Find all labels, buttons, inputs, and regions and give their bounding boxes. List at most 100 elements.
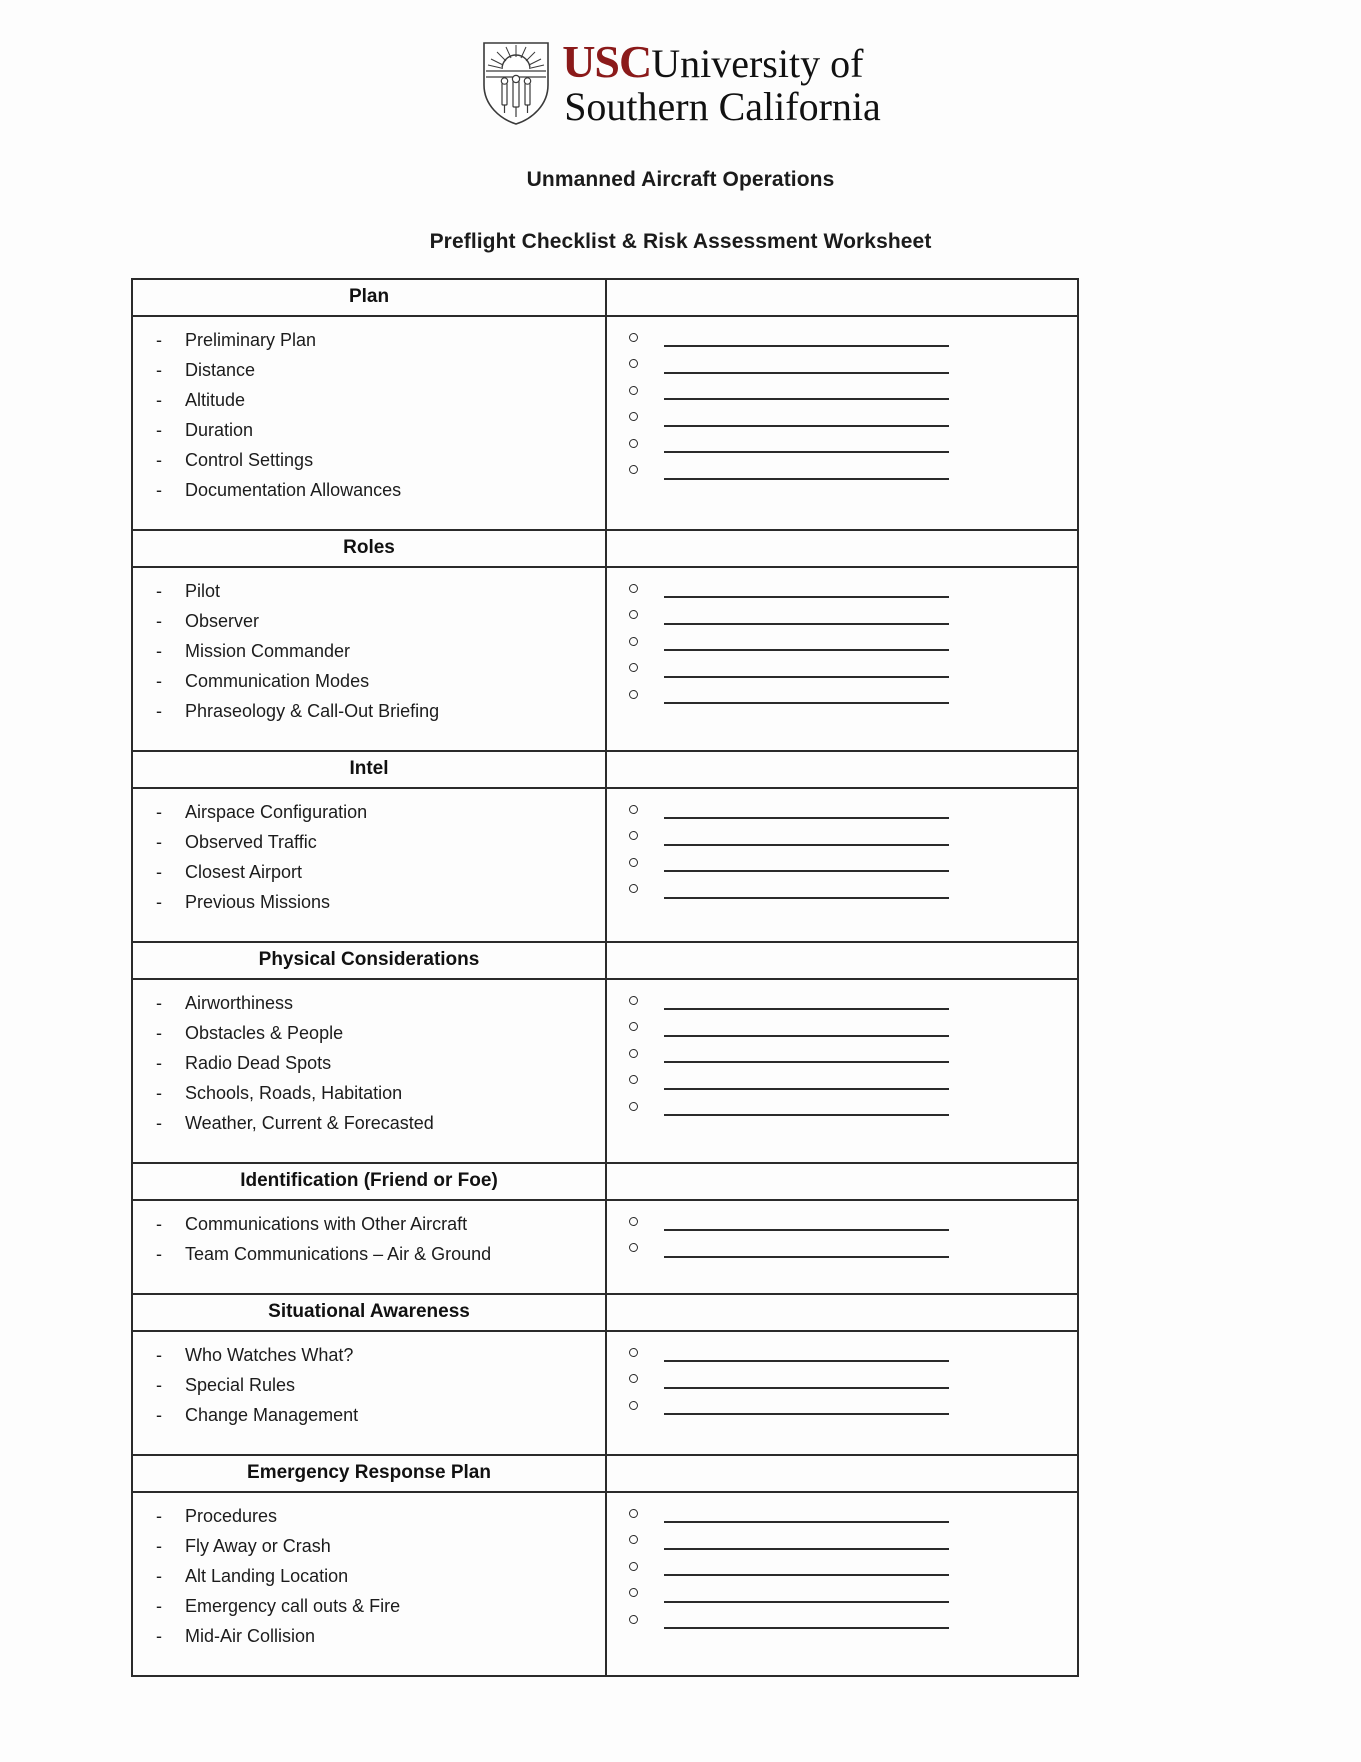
checkbox-circle-icon[interactable] <box>629 663 638 673</box>
checkbox-circle-icon[interactable] <box>629 1535 638 1545</box>
section-header-row: Intel <box>133 750 1077 789</box>
response-entry[interactable] <box>607 826 1077 853</box>
write-in-line[interactable] <box>664 675 949 678</box>
write-in-line[interactable] <box>664 817 949 820</box>
checkbox-circle-icon[interactable] <box>629 438 638 448</box>
write-in-line[interactable] <box>664 1034 949 1037</box>
checklist-item: - Team Communications – Air & Ground <box>133 1239 605 1269</box>
response-entry[interactable] <box>607 1211 1077 1238</box>
checklist-item-label: Duration <box>185 420 254 440</box>
checkbox-circle-icon[interactable] <box>629 1561 638 1571</box>
checkbox-circle-icon[interactable] <box>629 1216 638 1226</box>
response-entry[interactable] <box>607 1583 1077 1610</box>
checkbox-circle-icon[interactable] <box>629 804 638 814</box>
response-entry[interactable] <box>607 1070 1077 1097</box>
response-entry[interactable] <box>607 1369 1077 1396</box>
checkbox-circle-icon[interactable] <box>629 995 638 1005</box>
checkbox-circle-icon[interactable] <box>629 412 638 422</box>
checkbox-circle-icon[interactable] <box>629 831 638 841</box>
response-entry[interactable] <box>607 1096 1077 1123</box>
response-entry[interactable] <box>607 1556 1077 1583</box>
checkbox-circle-icon[interactable] <box>629 1243 638 1253</box>
response-entry[interactable] <box>607 1238 1077 1265</box>
write-in-line[interactable] <box>664 1413 949 1416</box>
checkbox-circle-icon[interactable] <box>629 636 638 646</box>
write-in-line[interactable] <box>664 870 949 873</box>
checkbox-circle-icon[interactable] <box>629 1075 638 1085</box>
checkbox-circle-icon[interactable] <box>629 1400 638 1410</box>
response-entry[interactable] <box>607 327 1077 354</box>
write-in-line[interactable] <box>664 843 949 846</box>
write-in-line[interactable] <box>664 1574 949 1577</box>
response-entry[interactable] <box>607 631 1077 658</box>
response-entry[interactable] <box>607 852 1077 879</box>
checkbox-circle-icon[interactable] <box>629 610 638 620</box>
response-entry[interactable] <box>607 1609 1077 1636</box>
write-in-line[interactable] <box>664 1008 949 1011</box>
bullet-dash-icon: - <box>156 1506 162 1526</box>
response-entry[interactable] <box>607 433 1077 460</box>
write-in-line[interactable] <box>664 1087 949 1090</box>
checkbox-circle-icon[interactable] <box>629 857 638 867</box>
write-in-line[interactable] <box>664 896 949 899</box>
response-entry[interactable] <box>607 1043 1077 1070</box>
write-in-line[interactable] <box>664 1114 949 1117</box>
checkbox-circle-icon[interactable] <box>629 359 638 369</box>
response-entry[interactable] <box>607 658 1077 685</box>
response-entry[interactable] <box>607 1503 1077 1530</box>
write-in-line[interactable] <box>664 1600 949 1603</box>
checkbox-circle-icon[interactable] <box>629 1374 638 1384</box>
response-entry[interactable] <box>607 799 1077 826</box>
write-in-line[interactable] <box>664 1360 949 1363</box>
checkbox-circle-icon[interactable] <box>629 583 638 593</box>
checkbox-circle-icon[interactable] <box>629 1101 638 1111</box>
write-in-line[interactable] <box>664 596 949 599</box>
checkbox-circle-icon[interactable] <box>629 1022 638 1032</box>
response-entry[interactable] <box>607 407 1077 434</box>
response-entry[interactable] <box>607 380 1077 407</box>
write-in-line[interactable] <box>664 702 949 705</box>
response-entry[interactable] <box>607 578 1077 605</box>
write-in-line[interactable] <box>664 1627 949 1630</box>
write-in-line[interactable] <box>664 345 949 348</box>
section-header-blank-cell <box>607 1295 1077 1330</box>
checkbox-circle-icon[interactable] <box>629 1048 638 1058</box>
write-in-line[interactable] <box>664 398 949 401</box>
response-entry[interactable] <box>607 879 1077 906</box>
section-body-row: - Preliminary Plan - Distance - Altitude - Dura… <box>133 317 1077 531</box>
checkbox-circle-icon[interactable] <box>629 884 638 894</box>
write-in-line[interactable] <box>664 477 949 480</box>
checkbox-circle-icon[interactable] <box>629 1347 638 1357</box>
write-in-line[interactable] <box>664 424 949 427</box>
checklist-item-label: Special Rules <box>185 1375 296 1395</box>
checkbox-circle-icon[interactable] <box>629 1588 638 1598</box>
write-in-line[interactable] <box>664 1521 949 1524</box>
section-item-list: - Communications with Other Aircraft - Team… <box>133 1201 607 1293</box>
write-in-line[interactable] <box>664 1386 949 1389</box>
response-entry[interactable] <box>607 1017 1077 1044</box>
bullet-dash-icon: - <box>156 1536 162 1556</box>
response-entry[interactable] <box>607 1530 1077 1557</box>
response-entry[interactable] <box>607 1342 1077 1369</box>
checkbox-circle-icon[interactable] <box>629 465 638 475</box>
write-in-line[interactable] <box>664 451 949 454</box>
checkbox-circle-icon[interactable] <box>629 385 638 395</box>
write-in-line[interactable] <box>664 1229 949 1232</box>
response-entry[interactable] <box>607 605 1077 632</box>
checkbox-circle-icon[interactable] <box>629 332 638 342</box>
write-in-line[interactable] <box>664 371 949 374</box>
checkbox-circle-icon[interactable] <box>629 689 638 699</box>
write-in-line[interactable] <box>664 1547 949 1550</box>
checkbox-circle-icon[interactable] <box>629 1508 638 1518</box>
response-entry[interactable] <box>607 1395 1077 1422</box>
write-in-line[interactable] <box>664 1255 949 1258</box>
write-in-line[interactable] <box>664 649 949 652</box>
write-in-line[interactable] <box>664 622 949 625</box>
response-entry[interactable] <box>607 460 1077 487</box>
checkbox-circle-icon[interactable] <box>629 1614 638 1624</box>
checklist-item: - Duration <box>133 415 605 445</box>
response-entry[interactable] <box>607 684 1077 711</box>
response-entry[interactable] <box>607 990 1077 1017</box>
response-entry[interactable] <box>607 354 1077 381</box>
write-in-line[interactable] <box>664 1061 949 1064</box>
